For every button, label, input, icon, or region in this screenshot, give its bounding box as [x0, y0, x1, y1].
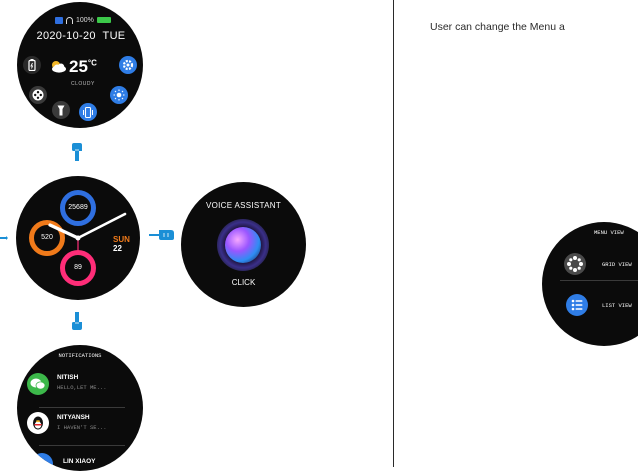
headset-icon: [66, 16, 73, 24]
vibrate-icon[interactable]: [79, 103, 97, 121]
row-divider: [39, 445, 125, 446]
date-text: 2020-10-20: [36, 30, 96, 42]
list-item[interactable]: NITISH HELLO,LET ME...: [57, 374, 107, 391]
bluetooth-icon: [55, 16, 63, 24]
panel-divider: [393, 0, 394, 467]
brightness-icon[interactable]: [110, 86, 128, 104]
quick-panel-watch: 100% 2020-10-20 TUE 25°C CLOUDY: [17, 2, 143, 128]
list-item[interactable]: LIN XIAOY: [63, 458, 96, 465]
sender-name: LIN XIAOY: [63, 458, 96, 465]
battery-saver-icon[interactable]: [23, 56, 41, 74]
row-divider: [39, 407, 125, 408]
swipe-left-hand-icon: [147, 228, 177, 242]
wechat-icon: [27, 373, 49, 395]
sender-name: NITISH: [57, 374, 79, 381]
message-preview: HELLO,LET ME...: [57, 384, 107, 391]
flashlight-icon[interactable]: [52, 101, 70, 119]
weather-label: CLOUDY: [71, 81, 95, 87]
battery-icon: [96, 17, 111, 23]
notifications-watch: NOTIFICATIONS NITISH HELLO,LET ME... NIT…: [17, 345, 143, 471]
menu-view-watch: MENU VIEW GRID VIEW LIST VIEW: [542, 222, 638, 346]
voice-assistant-watch: VOICE ASSISTANT CLICK: [181, 182, 306, 307]
settings-icon[interactable]: [119, 56, 137, 74]
notifications-title: NOTIFICATIONS: [58, 352, 102, 359]
message-preview: I HAVEN'T SE...: [57, 424, 107, 431]
clock-hands: [48, 212, 127, 252]
menu-view-title: MENU VIEW: [594, 229, 624, 236]
menu-caption: User can change the Menu a: [430, 21, 565, 33]
grid-view-option[interactable]: GRID VIEW: [602, 261, 632, 268]
sender-name: NITYANSH: [57, 414, 90, 421]
analog-watch-face[interactable]: 25689 520 89 SUN 22: [16, 176, 140, 300]
day-text: TUE: [102, 30, 126, 42]
temperature-unit: °C: [87, 58, 97, 68]
battery-percent: 100%: [76, 16, 94, 24]
app-icon: [31, 453, 53, 471]
voice-assistant-title: VOICE ASSISTANT: [205, 201, 282, 210]
grid-view-icon[interactable]: [564, 253, 586, 275]
qq-icon: [27, 412, 49, 434]
swipe-right-hand-icon: [0, 230, 8, 240]
menu-divider: [560, 280, 638, 281]
swipe-down-hand-icon: [71, 141, 83, 163]
click-label: CLICK: [231, 278, 256, 287]
voice-assistant-icon[interactable]: [225, 227, 261, 263]
cloudy-weather-icon: [49, 60, 67, 78]
media-icon[interactable]: [29, 86, 47, 104]
temperature-value: 25: [69, 57, 88, 76]
status-bar: 100%: [55, 14, 135, 26]
swipe-up-hand-icon: [71, 310, 83, 332]
date-line: 2020-10-20 TUE: [29, 30, 133, 42]
temperature: 25°C: [69, 57, 97, 77]
list-view-icon[interactable]: [566, 294, 588, 316]
list-item[interactable]: NITYANSH I HAVEN'T SE...: [57, 414, 107, 431]
list-view-option[interactable]: LIST VIEW: [602, 302, 632, 309]
